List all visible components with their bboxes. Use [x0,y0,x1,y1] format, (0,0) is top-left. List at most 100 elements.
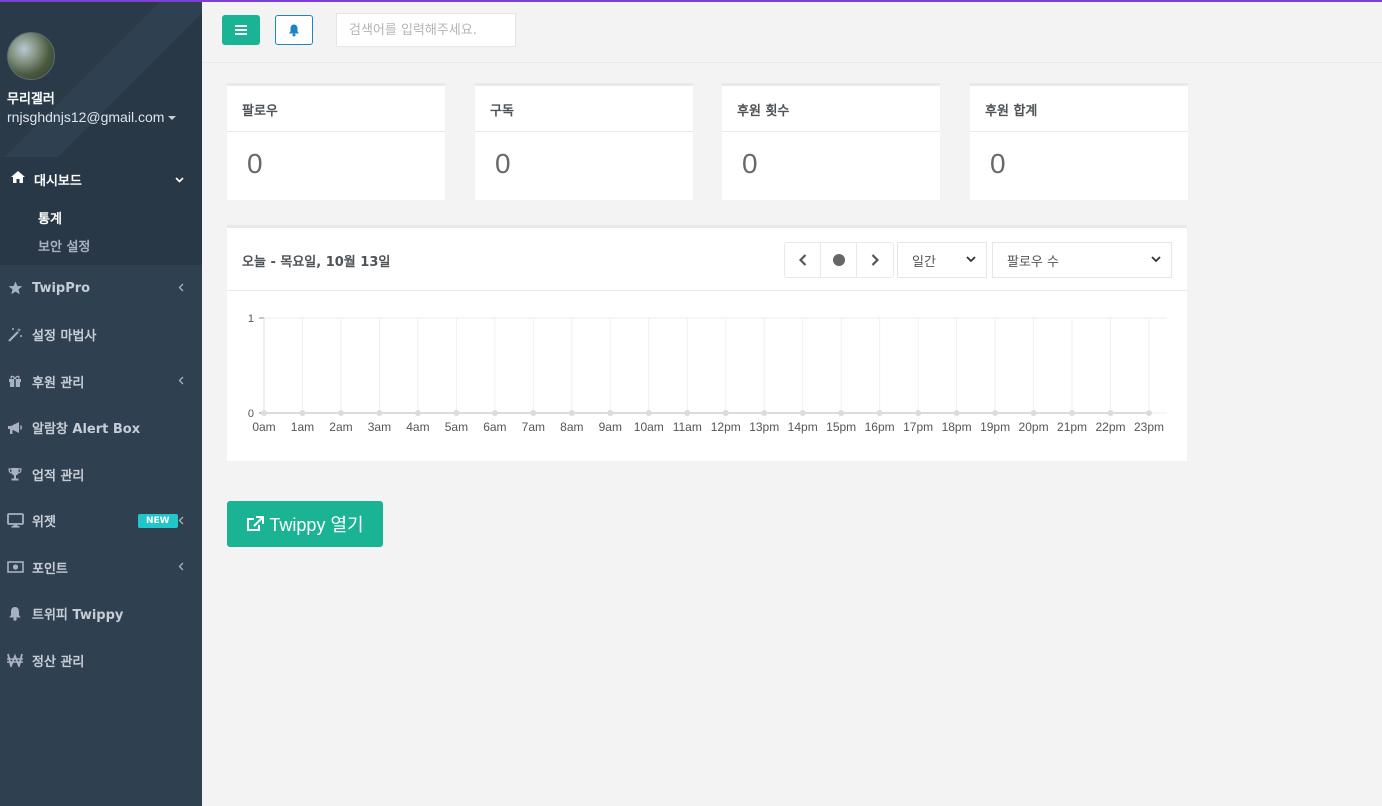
data-point [1107,410,1114,416]
caret-down-icon [168,116,177,121]
stat-card-value: 0 [495,148,511,179]
sidebar-item-label: 설정 마법사 [32,329,97,345]
chevron-right-icon [871,254,879,266]
prev-day-button[interactable] [785,243,821,277]
stat-card-value: 0 [247,148,263,179]
sidebar-item-1[interactable]: 설정 마법사 [0,312,202,359]
chart-panel-title: 오늘 - 목요일, 10월 13일 [242,255,391,270]
notification-button[interactable] [275,15,313,45]
profile-email: rnjsghdnjs12@gmail.com [7,109,165,125]
star-icon [6,279,24,297]
sidebar-item-2[interactable]: 후원 관리 [0,358,202,405]
bell-icon [289,24,299,36]
stat-card-title: 후원 합계 [970,86,1188,132]
sidebar-item-label: 트위피 Twippy [32,608,124,624]
x-tick-label: 18pm [942,420,972,434]
menu-toggle-button[interactable] [222,15,260,45]
sidebar-item-0[interactable]: TwipPro [0,265,202,312]
sidebar-item-label: 대시보드 [34,173,82,189]
data-point [645,410,652,416]
gift-icon [6,372,24,390]
data-point [491,410,498,416]
sidebar-subitem-security[interactable]: 보안 설정 [4,233,202,265]
y-tick-label: 0 [248,408,254,420]
sidebar-item-7[interactable]: 트위피 Twippy [0,591,202,638]
data-point [992,410,999,416]
sidebar: 무리겔러 rnjsghdnjs12@gmail.com 대시보드 통계 보안 설… [0,0,202,806]
chart-panel-header: 오늘 - 목요일, 10월 13일 일간 팔로우 수 [227,228,1187,291]
x-tick-label: 14pm [788,420,818,434]
sidebar-item-6[interactable]: 포인트 [0,544,202,591]
sidebar-item-label: TwipPro [32,280,91,296]
data-point [799,410,806,416]
home-icon [10,170,26,188]
stat-card-title: 후원 횟수 [722,86,940,132]
data-point [453,410,460,416]
x-tick-label: 3am [368,420,391,434]
sidebar-item-3[interactable]: 알람창 Alert Box [0,405,202,452]
data-point [530,410,537,416]
won-icon [6,651,24,669]
sidebar-item-4[interactable]: 업적 관리 [0,451,202,498]
x-tick-label: 9am [599,420,622,434]
hamburger-icon [235,25,247,35]
open-twippy-label: Twippy 열기 [269,515,364,535]
stat-card-value: 0 [990,148,1006,179]
data-point [414,410,421,416]
sidebar-item-dashboard[interactable]: 대시보드 [4,157,202,201]
profile-email-dropdown[interactable]: rnjsghdnjs12@gmail.com [7,109,202,125]
chevron-left-icon [178,281,184,295]
stat-card-donation-count: 후원 횟수 0 [722,83,940,200]
stat-card-subscribe: 구독 0 [475,83,693,200]
sidebar-subitem-statistics[interactable]: 통계 [4,201,202,233]
data-point [376,410,383,416]
x-tick-label: 17pm [903,420,933,434]
stat-card-title: 팔로우 [227,86,445,132]
avatar[interactable] [7,32,55,80]
x-tick-label: 10am [634,420,664,434]
magic-wand-icon [6,326,24,344]
chevron-down-icon [966,255,976,266]
metric-select[interactable]: 팔로우 수 [992,242,1172,278]
bullhorn-icon [6,419,24,437]
data-point [915,410,922,416]
data-point [876,410,883,416]
x-tick-label: 8am [560,420,583,434]
x-tick-label: 6am [483,420,506,434]
data-point [838,410,845,416]
today-button[interactable] [821,243,857,277]
stat-card-title: 구독 [475,86,693,132]
date-nav-group [784,242,894,278]
sidebar-item-label: 후원 관리 [32,375,85,391]
y-tick-label: 1 [248,313,254,325]
x-tick-label: 20pm [1019,420,1049,434]
stat-card-donation-total: 후원 합계 0 [970,83,1188,200]
data-point [1069,410,1076,416]
data-point [953,410,960,416]
sidebar-item-label: 알람창 Alert Box [32,422,141,438]
metric-select-value: 팔로우 수 [1007,254,1059,270]
x-tick-label: 1am [291,420,314,434]
sidebar-item-5[interactable]: 위젯 NEW [0,498,202,545]
x-tick-label: 15pm [826,420,856,434]
data-point [1146,410,1152,416]
chevron-left-icon [798,254,806,266]
x-tick-label: 7am [522,420,545,434]
next-day-button[interactable] [857,243,893,277]
sidebar-menu: TwipPro 설정 마법사후원 관리알람창 Alert Box 업적 관리위젯 NE… [0,265,202,684]
data-point [261,410,267,416]
sidebar-item-label: 업적 관리 [32,468,85,484]
x-tick-label: 0am [252,420,275,434]
sidebar-item-label: 위젯 [32,515,56,531]
period-select-value: 일간 [912,254,936,270]
sidebar-item-8[interactable]: 정산 관리 [0,637,202,684]
x-tick-label: 4am [406,420,429,434]
top-accent-line [0,0,1382,2]
search-input[interactable] [336,13,516,47]
x-tick-label: 21pm [1057,420,1087,434]
x-tick-label: 23pm [1134,420,1164,434]
x-tick-label: 19pm [980,420,1010,434]
period-select[interactable]: 일간 [897,242,987,278]
external-link-icon [247,516,265,531]
open-twippy-button[interactable]: Twippy 열기 [227,501,383,547]
